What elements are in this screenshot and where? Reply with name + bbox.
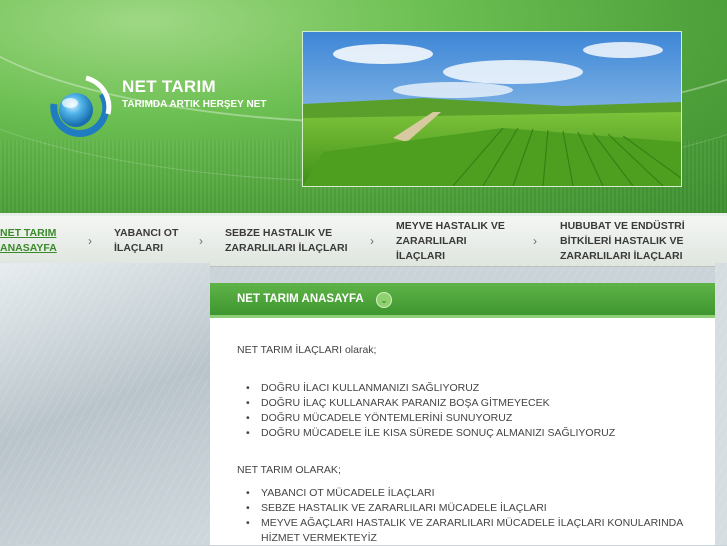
- hero-field-image: [302, 31, 682, 187]
- nav-item-label-line1: NET TARIM: [0, 227, 57, 239]
- list-item-text: DOĞRU İLAÇ KULLANARAK PARANIZ BOŞA GİTME…: [261, 397, 550, 409]
- list-item-text: DOĞRU MÜCADELE YÖNTEMLERİNİ SUNUYORUZ: [261, 412, 513, 424]
- nav-item-yabanci-ot[interactable]: YABANCI OT İLAÇLARI: [114, 216, 194, 266]
- bullet-icon: •: [246, 517, 250, 529]
- benefits-list: • DOĞRU İLACI KULLANMANIZI SAĞLIYORUZ • DO…: [237, 381, 615, 441]
- nav-item-label-line1: MEYVE HASTALIK VE: [396, 219, 505, 232]
- list-item-text: MEYVE AĞAÇLARI HASTALIK VE ZARARLILARI M…: [261, 517, 684, 529]
- nav-item-label-line1: SEBZE HASTALIK VE: [225, 227, 333, 239]
- nav-item-label-line3: ZARARLILARI İLAÇLARI: [560, 249, 683, 262]
- nav-item-label-line1: YABANCI OT: [114, 227, 179, 239]
- list-item: • DOĞRU İLACI KULLANMANIZI SAĞLIYORUZ: [246, 381, 615, 396]
- nav-item-label-line3: İLAÇLARI: [396, 249, 445, 262]
- intro-paragraph-1: NET TARIM İLAÇLARI olarak;: [237, 344, 377, 356]
- site-header: NET TARIM TARIMDA ARTIK HERŞEY NET: [0, 0, 727, 215]
- right-margin-background: [715, 263, 727, 545]
- list-item-continued: HİZMET VERMEKTEYİZ: [261, 531, 683, 546]
- chevron-right-icon: ›: [533, 234, 537, 248]
- bullet-icon: •: [246, 412, 250, 424]
- nav-item-meyve[interactable]: MEYVE HASTALIK VE ZARARLILARI İLAÇLARI: [396, 216, 526, 266]
- chevron-down-icon[interactable]: ⌄: [376, 292, 392, 308]
- list-item-text: SEBZE HASTALIK VE ZARARLILARI MÜCADELE İ…: [261, 502, 547, 514]
- bullet-icon: •: [246, 382, 250, 394]
- list-item-text: YABANCI OT MÜCADELE İLAÇLARI: [261, 487, 435, 499]
- content-heading-bar: NET TARIM ANASAYFA ⌄: [210, 283, 715, 318]
- list-item: • DOĞRU MÜCADELE İLE KISA SÜREDE SONUÇ AL…: [246, 426, 616, 441]
- bullet-icon: •: [246, 427, 250, 439]
- list-item: • MEYVE AĞAÇLARI HASTALIK VE ZARARLILARI …: [246, 516, 684, 531]
- chevron-right-icon: ›: [88, 234, 92, 248]
- nav-item-label-line2: ZARARLILARI İLAÇLARI: [225, 242, 348, 254]
- list-item-text: DOĞRU İLACI KULLANMANIZI SAĞLIYORUZ: [261, 382, 480, 394]
- nav-item-label-line2: BİTKİLERİ HASTALIK VE: [560, 234, 684, 247]
- site-subtitle: TARIMDA ARTIK HERŞEY NET: [122, 99, 267, 110]
- bullet-icon: •: [246, 397, 250, 409]
- intro-paragraph-2: NET TARIM OLARAK;: [237, 464, 341, 476]
- nav-item-label-line2: İLAÇLARI: [114, 242, 163, 254]
- nav-item-anasayfa[interactable]: NET TARIM ANASAYFA: [0, 216, 82, 266]
- main-nav: NET TARIM ANASAYFA › YABANCI OT İLAÇLARI…: [0, 213, 727, 267]
- site-title: NET TARIM: [122, 77, 216, 96]
- list-item: • DOĞRU MÜCADELE YÖNTEMLERİNİ SUNUYORUZ: [246, 411, 615, 426]
- list-item: • SEBZE HASTALIK VE ZARARLILARI MÜCADELE …: [246, 501, 683, 516]
- nav-item-label-line1: HUBUBAT VE ENDÜSTRİ: [560, 219, 685, 232]
- nav-item-label-line2: ZARARLILARI: [396, 234, 467, 247]
- chevron-right-icon: ›: [370, 234, 374, 248]
- bullet-icon: •: [246, 502, 250, 514]
- list-item: • YABANCI OT MÜCADELE İLAÇLARI: [246, 486, 683, 501]
- services-list: • YABANCI OT MÜCADELE İLAÇLARI • SEBZE HAS…: [237, 486, 683, 546]
- list-item: • DOĞRU İLAÇ KULLANARAK PARANIZ BOŞA GİTM…: [246, 396, 615, 411]
- nav-item-sebze[interactable]: SEBZE HASTALIK VE ZARARLILARI İLAÇLARI: [225, 216, 365, 266]
- nav-item-hububat[interactable]: HUBUBAT VE ENDÜSTRİ BİTKİLERİ HASTALIK V…: [560, 216, 720, 266]
- list-item-text: HİZMET VERMEKTEYİZ: [261, 532, 377, 544]
- bullet-icon: •: [246, 487, 250, 499]
- list-item-text: DOĞRU MÜCADELE İLE KISA SÜREDE SONUÇ ALM…: [261, 427, 616, 439]
- chevron-right-icon: ›: [199, 234, 203, 248]
- globe-logo-icon[interactable]: [44, 74, 112, 142]
- content-heading: NET TARIM ANASAYFA: [237, 293, 364, 305]
- nav-item-label-line2: ANASAYFA: [0, 242, 57, 254]
- left-sidebar-background: [0, 263, 210, 545]
